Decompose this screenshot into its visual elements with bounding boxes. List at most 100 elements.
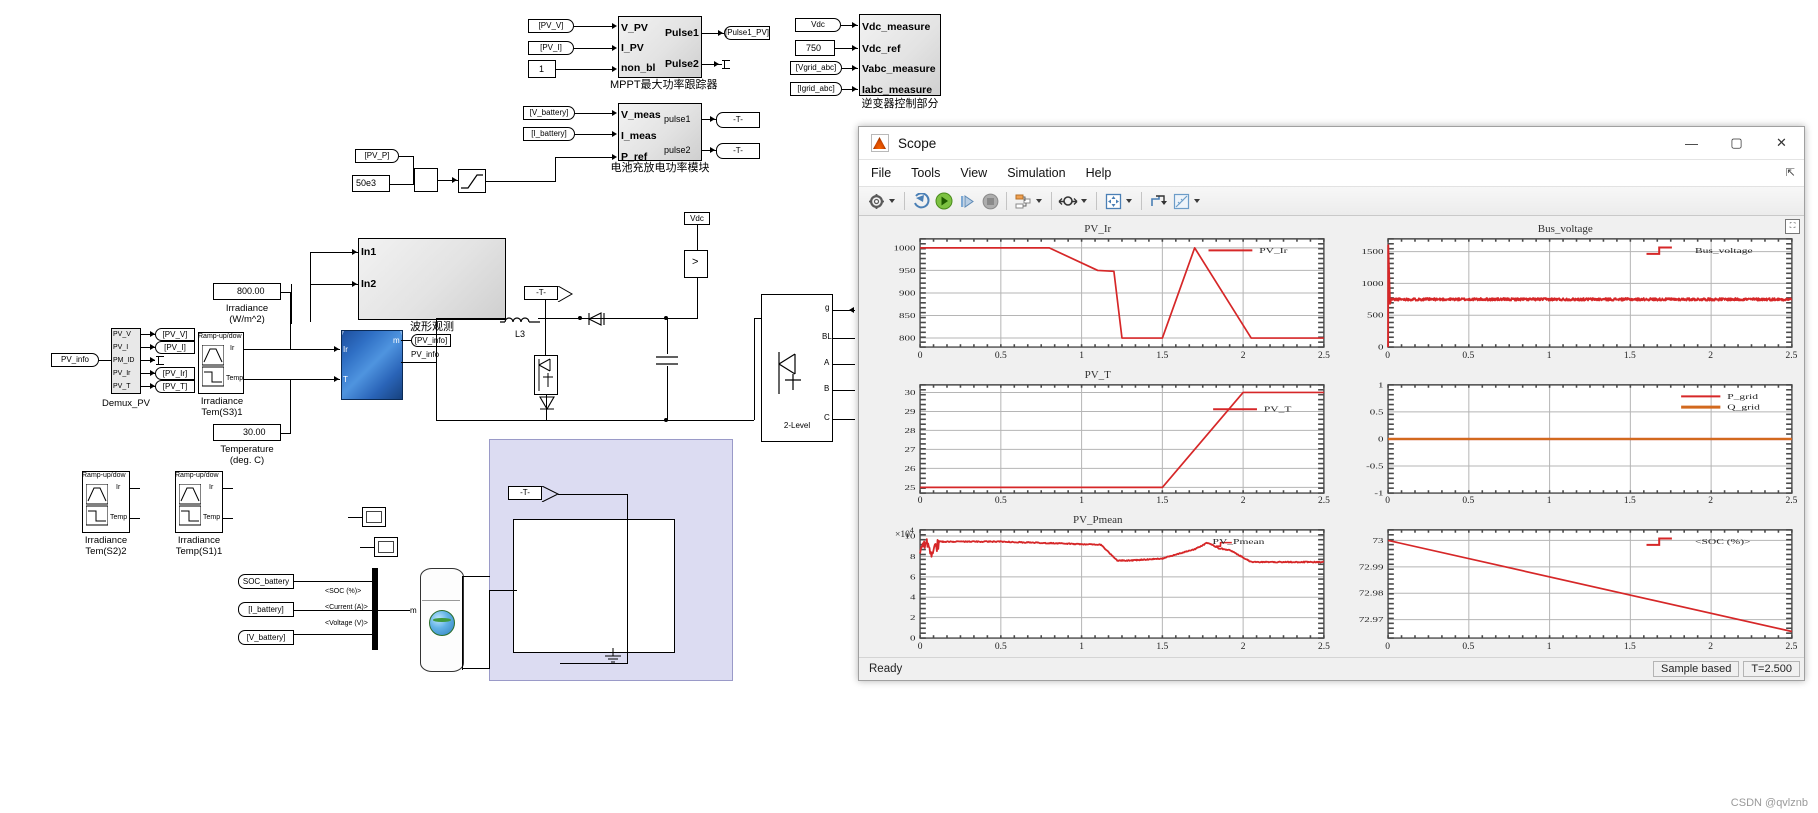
toolbar-separator-2	[1006, 192, 1007, 210]
scope-titlebar: Scope — ▢ ✕	[859, 127, 1804, 160]
plot-panel-soc: 72.97 72.98 72.99 73 <SOC (%)> 0 0.5 1 1.5 2 2.5	[1335, 513, 1797, 655]
dock-arrow-icon[interactable]: ⇱	[1786, 166, 1795, 179]
zoom-icon[interactable]	[1057, 190, 1079, 212]
from-tag-igrid-abc[interactable]: [Igrid_abc]	[790, 82, 842, 96]
svg-text:2: 2	[910, 614, 916, 621]
svg-text:PV_T: PV_T	[1264, 405, 1292, 413]
plot-title-grid-power	[1335, 368, 1797, 382]
config-properties-icon[interactable]	[865, 190, 887, 212]
from-tag-v-battery[interactable]: [V_battery]	[523, 106, 575, 120]
plot-panel-bus-voltage: Bus_voltage 0 500 1000 1500 Bus_voltage 0 0.5…	[1335, 222, 1797, 364]
pv-pmean-exponent: ×104	[895, 526, 914, 541]
maximize-button[interactable]: ▢	[1714, 127, 1759, 159]
plot-body-grid-power[interactable]: -1 -0.5 0 0.5 1 P_grid Q_grid	[1335, 382, 1797, 496]
bp-port-v-meas: V_meas	[621, 109, 661, 121]
maximize-plot-icon[interactable]: ⛶	[1785, 219, 1800, 234]
demux-label: Demux_PV	[101, 398, 151, 409]
step-forward-icon[interactable]	[956, 190, 978, 212]
xtick-label: 2.5	[1785, 350, 1798, 361]
tag-pointer-1	[557, 286, 574, 302]
menu-simulation[interactable]: Simulation	[1007, 166, 1065, 180]
scope-block-1[interactable]	[362, 507, 386, 527]
fit-dropdown-caret-icon[interactable]	[1126, 199, 1132, 203]
svg-text:850: 850	[899, 312, 916, 319]
svg-text:1000: 1000	[1361, 280, 1383, 287]
menu-help[interactable]: Help	[1086, 166, 1112, 180]
watermark-credit: CSDN @qvlznb	[1730, 797, 1808, 809]
plot-body-pv-ir[interactable]: 800 850 900 950 1000 PV_Ir	[867, 236, 1329, 351]
igbt-icon	[538, 358, 553, 391]
scope-block-2[interactable]	[374, 537, 398, 557]
battery-signal-voltage: <Voltage (V)>	[325, 620, 368, 627]
mppt-port-non-bl: non_bl	[621, 62, 656, 74]
ramp-s2-port-ir: Ir	[116, 484, 121, 491]
from-tag-vgrid-abc[interactable]: [Vgrid_abc]	[790, 61, 842, 75]
svg-text:1: 1	[1377, 382, 1382, 389]
from-tag-pv-i[interactable]: [PV_I]	[528, 41, 574, 55]
minimize-button[interactable]: —	[1669, 127, 1714, 159]
trigger-icon[interactable]	[1147, 190, 1169, 212]
plot-body-bus-voltage[interactable]: 0 500 1000 1500 Bus_voltage	[1335, 236, 1797, 351]
goto-tag-bp-1[interactable]: -T-	[716, 112, 760, 128]
goto-tag-bp-2[interactable]: -T-	[716, 143, 760, 159]
goto-tag-v-battery[interactable]: [V_battery]	[238, 630, 294, 645]
ramp-icon-s2	[86, 484, 108, 526]
zoom-dropdown-caret-icon[interactable]	[1081, 199, 1087, 203]
goto-tag-pv-i[interactable]: [PV_I]	[155, 341, 195, 354]
goto-tag-pv-t[interactable]: [PV_T]	[155, 380, 195, 393]
measurements-dropdown-caret-icon[interactable]	[1194, 199, 1200, 203]
measurements-icon[interactable]	[1170, 190, 1192, 212]
plot-panel-pv-t: PV_T 25 26 27 28 29 30 PV_T 0 0.5 1 1.5 2 2.5	[867, 368, 1330, 510]
goto-tag-i-battery[interactable]: [I_battery]	[238, 602, 294, 617]
layout-icon[interactable]	[1012, 190, 1034, 212]
bus-selector-bar[interactable]	[372, 568, 378, 650]
run-icon[interactable]	[933, 190, 955, 212]
goto-tag-pulse1-pv[interactable]: [Pulse1_PV]	[724, 26, 770, 40]
menu-file[interactable]: File	[871, 166, 891, 180]
goto-tag-pv-ir[interactable]: [PV_Ir]	[155, 367, 195, 380]
bridge-label: 2-Level	[783, 421, 811, 430]
vdc-measure-symbol: >	[692, 256, 699, 268]
xtick-label: 1.5	[1156, 496, 1169, 507]
close-button[interactable]: ✕	[1759, 127, 1804, 159]
junction-dot-3	[664, 418, 668, 422]
stop-icon[interactable]	[979, 190, 1001, 212]
from-tag-pv-info[interactable]: PV_info	[51, 353, 99, 367]
xtick-label: 2	[1240, 496, 1246, 507]
plot-body-pv-pmean[interactable]: ×104 0 2 4 6 8 10 PV_Pmean	[867, 526, 1329, 642]
from-tag-i-battery[interactable]: [I_battery]	[523, 127, 575, 141]
plot-body-soc[interactable]: 72.97 72.98 72.99 73 <SOC (%)>	[1335, 527, 1797, 642]
svg-text:0: 0	[1377, 435, 1383, 442]
inner-white-block[interactable]	[513, 519, 675, 653]
xtick-label: 1.5	[1623, 350, 1636, 361]
battery-block[interactable]	[420, 568, 464, 672]
vdc-tag[interactable]: Vdc	[684, 212, 710, 225]
mppt-port-v-pv: V_PV	[621, 22, 648, 34]
fit-to-view-icon[interactable]	[1102, 190, 1124, 212]
status-mode-cell: Sample based	[1653, 661, 1740, 677]
menu-tools[interactable]: Tools	[911, 166, 940, 180]
from-tag-pv-p[interactable]: [PV_P]	[355, 149, 399, 163]
ramp-s1-title: Ramp-up/dow	[175, 472, 219, 479]
goto-tag-pv-v[interactable]: [PV_V]	[155, 328, 195, 341]
from-tag-pv-v[interactable]: [PV_V]	[528, 19, 574, 33]
svg-text:800: 800	[899, 335, 916, 342]
constant-value-1: 1	[539, 64, 545, 74]
sum-block[interactable]	[414, 168, 438, 192]
ramp-s3-port-temp: Temp	[226, 375, 244, 382]
menu-view[interactable]: View	[960, 166, 987, 180]
xtick-label: 2	[1708, 350, 1713, 361]
waveform-subsystem[interactable]	[358, 238, 506, 320]
pv-port-m: m	[393, 336, 400, 345]
xtick-label: 0.5	[1462, 642, 1475, 652]
plot-body-pv-t[interactable]: 25 26 27 28 29 30 PV_T	[867, 382, 1329, 497]
run-back-icon[interactable]	[910, 190, 932, 212]
layout-dropdown-caret-icon[interactable]	[1036, 199, 1042, 203]
goto-tag-pv-info[interactable]: [PV_info]	[411, 334, 451, 347]
config-dropdown-caret-icon[interactable]	[889, 199, 895, 203]
from-tag-vdc[interactable]: Vdc	[795, 18, 841, 32]
battery-power-label: 电池充放电功率模块	[610, 162, 710, 174]
svg-text:27: 27	[905, 446, 916, 453]
demux-out-pv-ir: PV_Ir	[113, 370, 131, 377]
goto-tag-soc-battery[interactable]: SOC_battery	[238, 574, 294, 589]
